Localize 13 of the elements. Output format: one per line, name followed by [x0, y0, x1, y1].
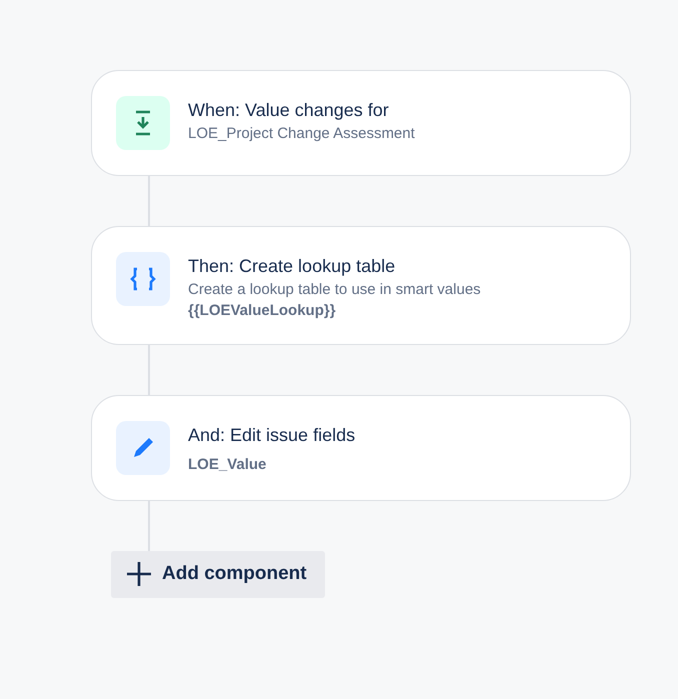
step-detail: LOE_Value [188, 456, 268, 473]
plus-icon [126, 561, 152, 587]
step-detail: {{LOEValueLookup}} [188, 302, 337, 319]
step-title: When: Value changes for [188, 100, 390, 121]
step-card[interactable]: Then: Create lookup table Create a lookup table to use in smart values {{LOEValueLookup}} [91, 226, 631, 345]
braces-icon [128, 267, 158, 291]
step-card[interactable]: When: Value changes for LOE_Project Change Assessment [91, 70, 631, 176]
step-detail: LOE_Project Change Assessment [188, 125, 415, 142]
step-title: Then: Create lookup table [188, 256, 396, 277]
step-title: And: Edit issue fields [188, 425, 356, 446]
step-detail: Create a lookup table to use in smart values [188, 281, 481, 298]
step-card[interactable]: And: Edit issue fields LOE_Value [91, 395, 631, 501]
add-component-button[interactable]: Add component [111, 551, 325, 598]
